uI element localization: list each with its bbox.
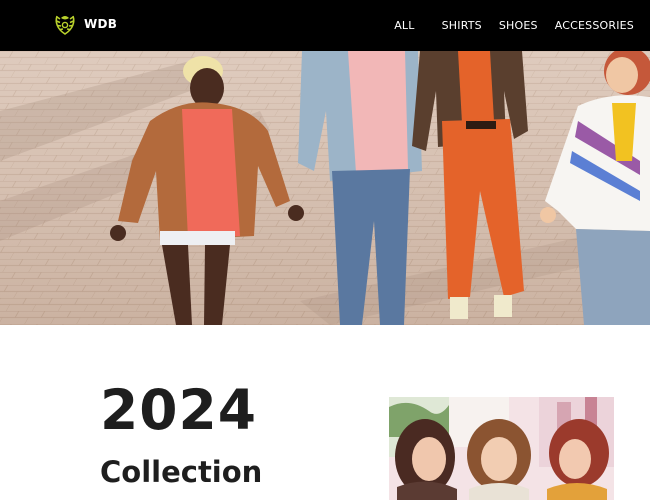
leaf-wreath-icon xyxy=(55,15,75,35)
three-women-smiling-photo xyxy=(389,397,614,500)
main-nav: ALL SHIRTS SHOES ACCESSORIES xyxy=(394,0,634,51)
nav-item-shoes[interactable]: SHOES xyxy=(499,19,538,32)
nav-item-accessories[interactable]: ACCESSORIES xyxy=(555,19,634,32)
nav-item-shirts[interactable]: SHIRTS xyxy=(442,19,482,32)
brand-name: WDB xyxy=(84,17,118,31)
friends-walking-photo xyxy=(0,51,650,325)
top-navigation-bar: WDB ALL SHIRTS SHOES ACCESSORIES xyxy=(0,0,650,51)
promo-image[interactable] xyxy=(389,397,614,500)
hero-banner xyxy=(0,51,650,325)
collection-year: 2024 xyxy=(100,378,258,442)
nav-item-all[interactable]: ALL xyxy=(394,19,414,32)
brand[interactable]: WDB xyxy=(52,11,117,37)
collection-section: 2024 Collection xyxy=(0,325,650,500)
collection-title: Collection xyxy=(100,455,263,489)
